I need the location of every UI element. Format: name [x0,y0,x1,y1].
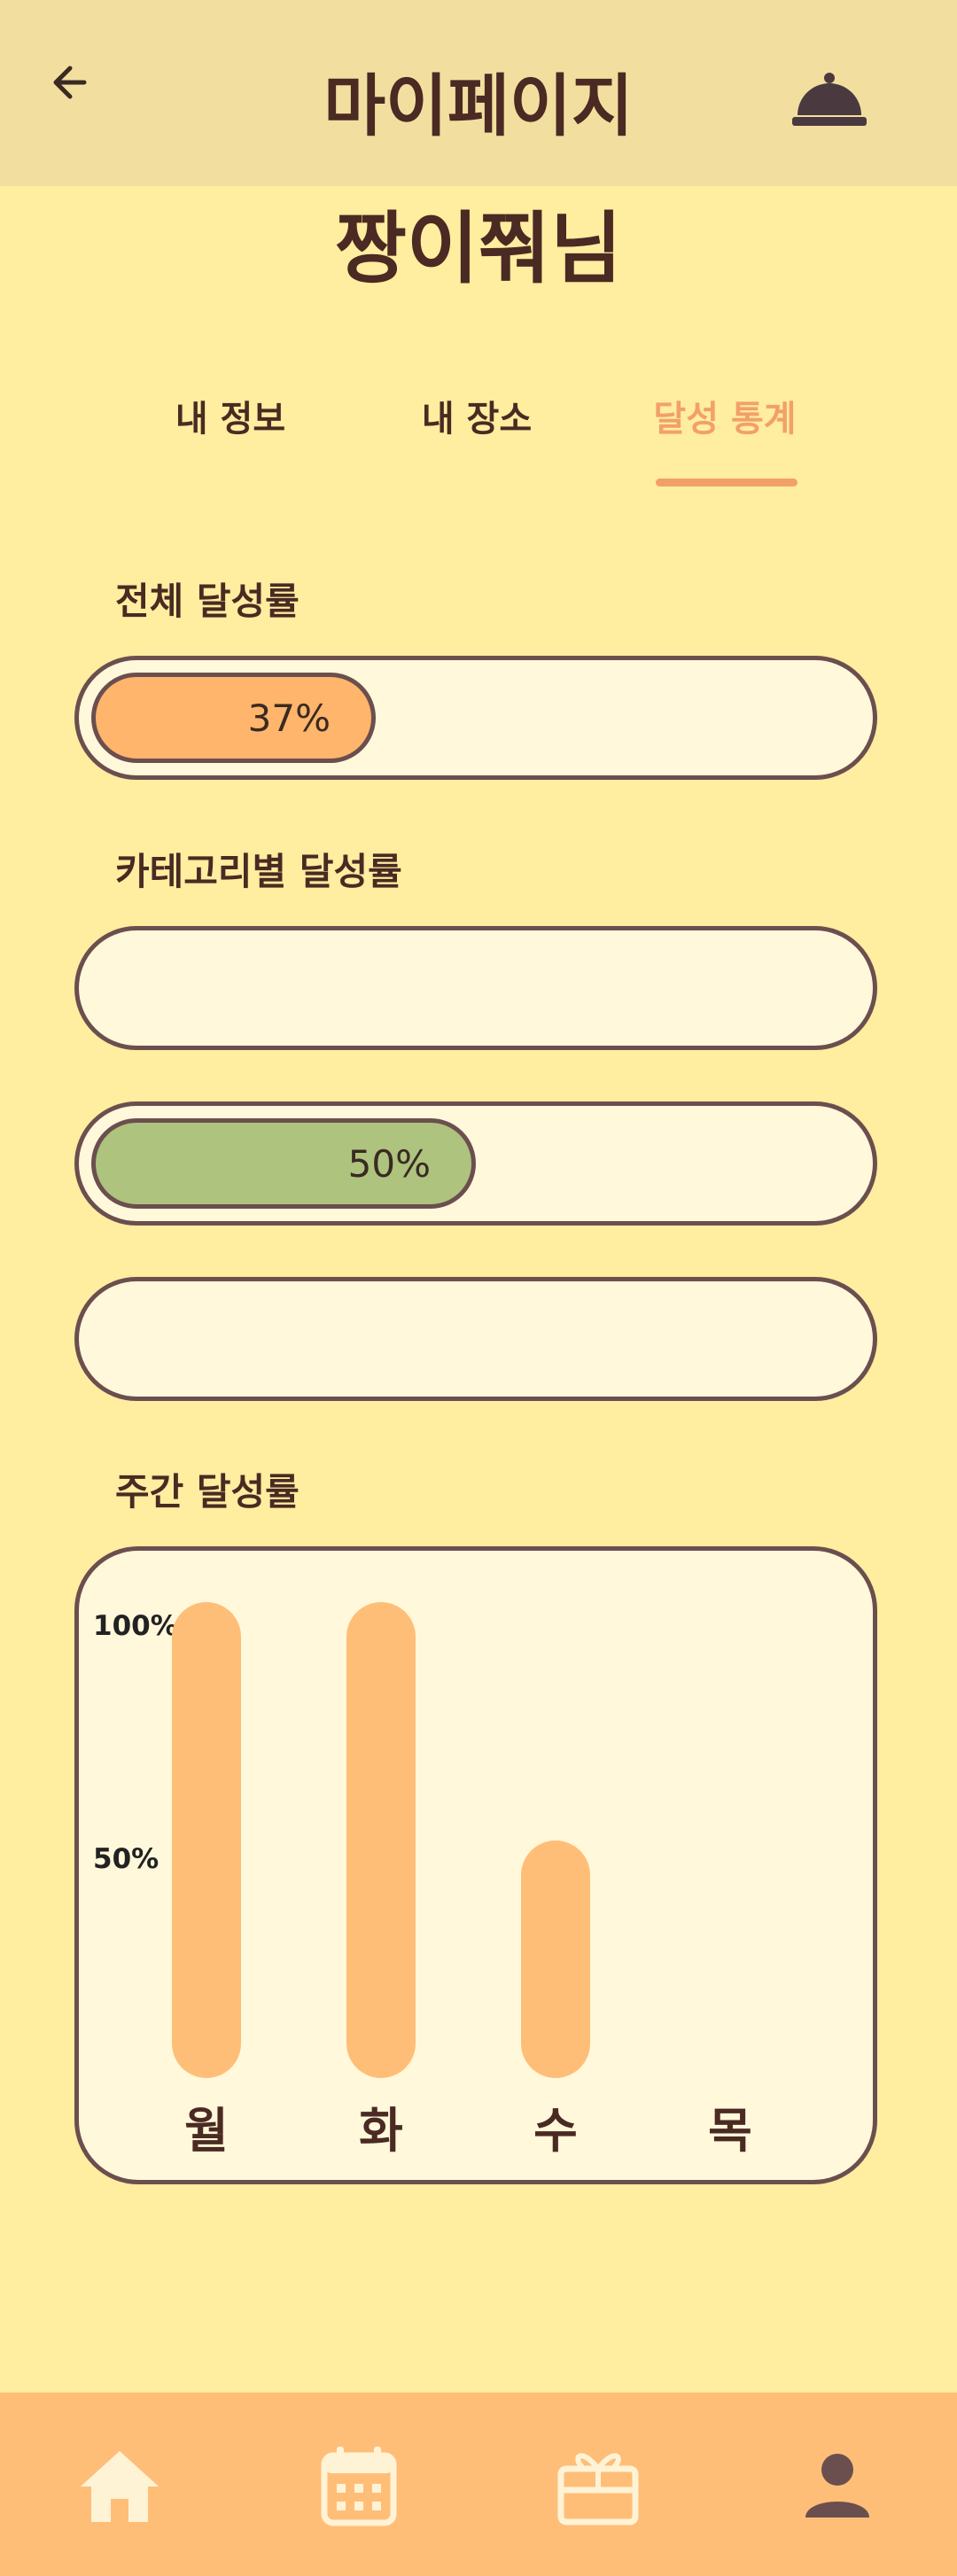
calendar-icon [321,2447,397,2526]
category-rate-label: 카테고리별 달성률 [115,850,402,893]
app-header: 마이페이지 [0,0,957,186]
nav-profile-button[interactable] [789,2437,886,2534]
tab-my-info[interactable]: 내 정보 [115,390,346,441]
overall-progress-bar: 37% [74,656,877,780]
active-tab-indicator [656,479,798,486]
user-profile-icon [805,2454,869,2518]
nav-calendar-button[interactable] [310,2437,408,2534]
x-tick-label: 화 [359,2103,403,2159]
category-progress-bar: 50% [74,1101,877,1226]
nav-gift-button[interactable] [549,2437,647,2534]
category-progress-bar [74,926,877,1050]
overall-progress-fill: 37% [91,673,376,763]
chart-bar [346,1602,416,2078]
profile-tabs: 내 정보 내 장소 달성 통계 [0,390,957,496]
weekly-chart: 100% 50% 월 화 수 목 [74,1546,877,2184]
nav-home-button[interactable] [71,2437,168,2534]
x-tick-label: 목 [708,2103,752,2159]
category-progress-value: 50% [347,1141,431,1186]
tab-achievement-stats[interactable]: 달성 통계 [610,390,840,441]
overall-rate-label: 전체 달성률 [115,580,300,623]
x-tick-label: 수 [533,2103,578,2159]
chart-bar [172,1602,241,2078]
category-progress-fill: 50% [91,1118,476,1209]
weekly-rate-label: 주간 달성률 [115,1470,300,1514]
notification-button[interactable] [789,69,870,133]
y-tick-label: 50% [93,1843,160,1875]
tab-my-places[interactable]: 내 장소 [362,390,592,441]
home-icon [81,2451,159,2522]
overall-progress-value: 37% [247,696,331,740]
x-tick-label: 월 [184,2103,229,2159]
service-bell-icon [792,73,867,126]
category-progress-bar [74,1277,877,1401]
gift-icon [557,2453,639,2525]
chart-bar [521,1840,590,2078]
user-nickname: 짱이쭤님 [335,203,622,294]
y-tick-label: 100% [93,1610,178,1642]
bottom-navigation [0,2393,957,2576]
